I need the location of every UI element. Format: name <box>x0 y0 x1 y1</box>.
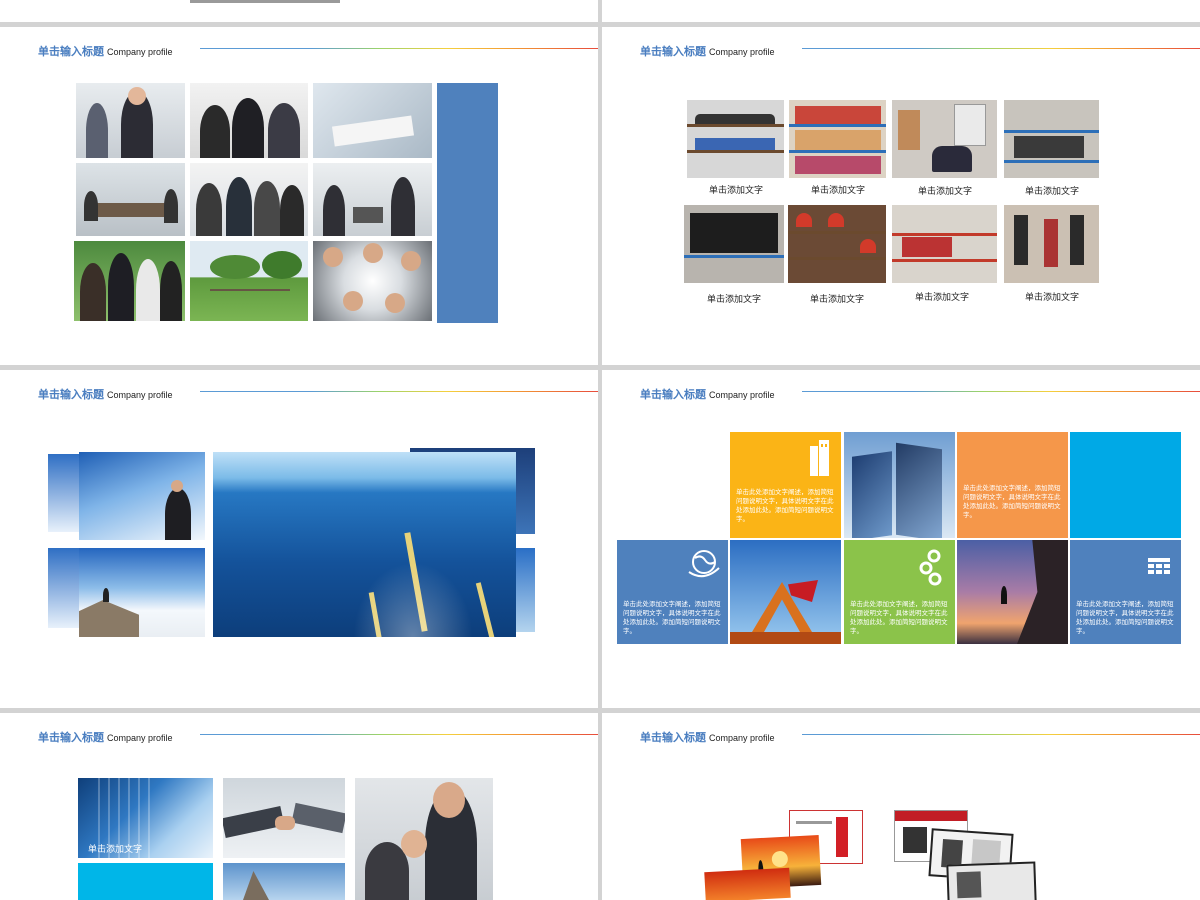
slide-people-collage[interactable]: 单击输入标题 Company profile <box>0 27 598 365</box>
warehouse-caption-7: 单击添加文字 <box>914 293 969 303</box>
photo-red-helmets <box>788 205 886 283</box>
photo-caption: 单击添加文字 <box>88 845 143 855</box>
photo-rowing-sea <box>213 452 516 637</box>
photo-helmet-shelf <box>687 100 784 178</box>
slide-metro-tiles[interactable]: 单击输入标题 Company profile 单击此处添加文字阐述，添加简短问题说… <box>602 370 1200 708</box>
blue-accent-panel <box>437 83 498 323</box>
header-title-cn: 单击输入标题 <box>38 45 104 58</box>
tile-orange[interactable]: 单击此处添加文字阐述，添加简短问题说明文字，具体说明文字在此处添加此处。添加简短… <box>957 432 1068 538</box>
tile-blue-globe[interactable]: 单击此处添加文字阐述，添加简短问题说明文字，具体说明文字在此处添加此处。添加简短… <box>617 540 728 644</box>
photo-skyscrapers <box>844 432 955 538</box>
photo-desert-sunset <box>704 867 791 900</box>
photo-showroom-2 <box>946 861 1037 900</box>
tile-orange-text: 单击此处添加文字阐述，添加简短问题说明文字，具体说明文字在此处添加此处。添加简短… <box>963 484 1061 519</box>
slide-header: 单击输入标题 Company profile <box>38 40 173 59</box>
tile-cyan[interactable] <box>1070 432 1181 538</box>
header-title-en: Company profile <box>709 390 775 400</box>
tile-yellow-building[interactable]: 单击此处添加文字阐述，添加简短问题说明文字，具体说明文字在此处添加此处。添加简短… <box>730 432 841 538</box>
slide-header: 单击输入标题 Company profile <box>640 383 775 402</box>
warehouse-caption-4: 单击添加文字 <box>1024 187 1079 197</box>
slide-top-left-partial[interactable] <box>0 0 598 22</box>
photo-businesswoman <box>76 83 185 158</box>
photo-meeting-table <box>190 83 308 158</box>
photo-focused-team <box>74 241 185 321</box>
photo-binoculars-man <box>79 452 205 540</box>
header-rainbow-line <box>802 734 1200 735</box>
tile-yellow-text: 单击此处添加文字阐述，添加简短问题说明文字，具体说明文字在此处添加此处。添加简短… <box>736 488 834 523</box>
photo-team-toast <box>190 163 308 236</box>
tile-blue-grid[interactable]: 单击此处添加文字阐述，添加简短问题说明文字，具体说明文字在此处添加此处。添加简短… <box>1070 540 1181 644</box>
tile-green-text: 单击此处添加文字阐述，添加简短问题说明文字，具体说明文字在此处添加此处。添加简短… <box>850 600 948 635</box>
photo-black-bags <box>684 205 784 283</box>
header-title-cn: 单击输入标题 <box>38 731 104 744</box>
slide-warehouse-grid[interactable]: 单击输入标题 Company profile 单击添加文字 单击添加文字 单击添加… <box>602 27 1200 365</box>
photo-boxes-shelf <box>789 100 886 178</box>
header-title-cn: 单击输入标题 <box>640 731 706 744</box>
photo-laptop-team <box>313 163 432 236</box>
photo-climber <box>957 540 1068 644</box>
header-rainbow-line <box>200 48 598 49</box>
header-title-cn: 单击输入标题 <box>640 45 706 58</box>
photo-hanging-equipment <box>1004 205 1099 283</box>
slide-header: 单击输入标题 Company profile <box>640 40 775 59</box>
table-icon <box>1148 558 1170 574</box>
header-title-cn: 单击输入标题 <box>38 388 104 401</box>
tile-green-gears[interactable]: 单击此处添加文字阐述，添加简短问题说明文字，具体说明文字在此处添加此处。添加简短… <box>844 540 955 644</box>
photo-signing-document <box>313 83 432 158</box>
tile-blue-left-text: 单击此处添加文字阐述，添加简短问题说明文字，具体说明文字在此处添加此处。添加简短… <box>623 600 721 635</box>
photo-rock-sky <box>223 863 345 900</box>
header-rainbow-line <box>200 734 598 735</box>
warehouse-caption-6: 单击添加文字 <box>809 295 864 305</box>
photo-phone-businesspeople <box>355 778 493 900</box>
building-icon <box>810 440 829 476</box>
gears-icon <box>919 549 942 586</box>
photo-boots-boxes <box>892 100 997 178</box>
photo-conference-room <box>76 163 185 236</box>
slide-top-right-partial[interactable] <box>602 0 1200 22</box>
tile-blue-right-text: 单击此处添加文字阐述，添加简短问题说明文字，具体说明文字在此处添加此处。添加简短… <box>1076 600 1174 635</box>
slide-header: 单击输入标题 Company profile <box>38 383 173 402</box>
cyan-block <box>78 863 213 900</box>
photo-cliff-hiker <box>79 548 205 637</box>
header-rainbow-line <box>802 391 1200 392</box>
photo-handshake <box>223 778 345 858</box>
warehouse-caption-2: 单击添加文字 <box>810 186 865 196</box>
header-title-en: Company profile <box>107 733 173 743</box>
slide-sky-sea-collage[interactable]: 单击输入标题 Company profile <box>0 370 598 708</box>
slide-floating-photos[interactable]: 单击输入标题 Company profile <box>602 713 1200 900</box>
photo-tug-of-war <box>190 241 308 321</box>
warehouse-caption-1: 单击添加文字 <box>708 186 763 196</box>
photo-fire-gear <box>892 205 997 283</box>
photo-glass-building: 单击添加文字 <box>78 778 213 858</box>
slide-header: 单击输入标题 Company profile <box>640 726 775 745</box>
warehouse-caption-3: 单击添加文字 <box>917 187 972 197</box>
partial-photo-strip <box>190 0 340 3</box>
photo-huddle-circle <box>313 241 432 321</box>
warehouse-caption-5: 单击添加文字 <box>706 295 761 305</box>
photo-monument <box>730 540 841 644</box>
header-title-en: Company profile <box>107 390 173 400</box>
slide-header: 单击输入标题 Company profile <box>38 726 173 745</box>
photo-gear-shelf <box>1004 100 1099 178</box>
warehouse-caption-8: 单击添加文字 <box>1024 293 1079 303</box>
header-rainbow-line <box>802 48 1200 49</box>
header-title-en: Company profile <box>709 733 775 743</box>
header-title-cn: 单击输入标题 <box>640 388 706 401</box>
header-title-en: Company profile <box>709 47 775 57</box>
slide-business-collage[interactable]: 单击输入标题 Company profile 单击添加文字 <box>0 713 598 900</box>
header-title-en: Company profile <box>107 47 173 57</box>
header-rainbow-line <box>200 391 598 392</box>
globe-icon <box>688 550 720 578</box>
